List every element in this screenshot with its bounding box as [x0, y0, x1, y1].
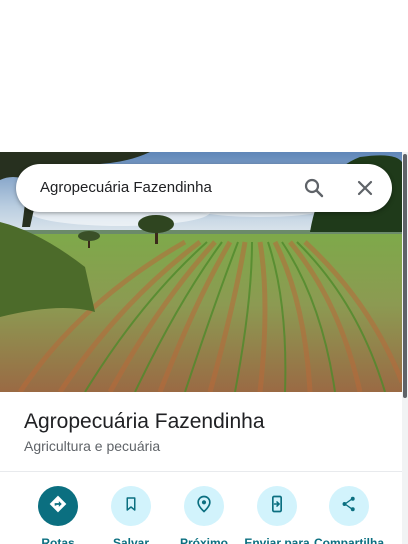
directions-label: Rotas — [41, 536, 75, 544]
directions-button[interactable]: Rotas — [20, 486, 96, 544]
share-icon — [340, 495, 358, 518]
nearby-label: Próximo — [179, 536, 228, 544]
divider — [0, 471, 402, 472]
nearby-button[interactable]: Próximo — [166, 486, 242, 544]
search-input[interactable]: Agropecuária Fazendinha — [40, 164, 212, 212]
share-label: Compartilha — [313, 536, 384, 544]
share-button[interactable]: Compartilha — [311, 486, 387, 544]
scrollbar[interactable] — [402, 152, 408, 544]
directions-icon — [48, 494, 68, 519]
nearby-icon — [194, 494, 214, 519]
bookmark-icon — [122, 495, 140, 518]
save-button[interactable]: Salvar — [93, 486, 169, 544]
close-icon[interactable] — [353, 176, 377, 200]
place-category[interactable]: Agricultura e pecuária — [24, 436, 160, 456]
search-box[interactable]: Agropecuária Fazendinha — [16, 164, 392, 212]
send-to-phone-button[interactable]: Enviar para — [239, 486, 315, 544]
place-title: Agropecuária Fazendinha — [24, 410, 265, 433]
scrollbar-thumb[interactable] — [403, 154, 407, 398]
send-to-phone-icon — [267, 494, 287, 519]
save-label: Salvar — [112, 536, 150, 544]
blank-map-area — [0, 0, 408, 152]
search-icon[interactable] — [302, 176, 326, 200]
